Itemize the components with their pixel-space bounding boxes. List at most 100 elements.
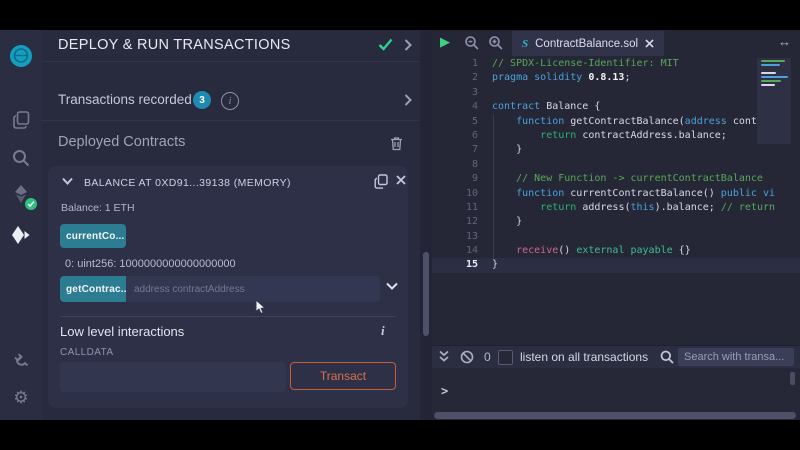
calldata-label: CALLDATA	[60, 347, 113, 358]
line-number: 3	[432, 86, 492, 100]
line-number: 5	[432, 115, 492, 129]
code-line[interactable]: 15}	[432, 258, 800, 272]
tab-close-icon[interactable]	[645, 39, 654, 48]
get-contract-balance-row: getContrac...	[60, 276, 380, 302]
code-line[interactable]: 7 }	[432, 143, 800, 157]
pending-transactions-count: 0	[484, 350, 491, 364]
code-line[interactable]: 6 return contractAddress.balance;	[432, 129, 800, 143]
info-icon[interactable]: i	[381, 323, 385, 339]
search-icon[interactable]	[0, 146, 42, 170]
line-number: 10	[432, 187, 492, 201]
panel-header: DEPLOY & RUN TRANSACTIONS	[42, 30, 420, 61]
contract-address-input[interactable]	[126, 276, 380, 302]
contract-instance-title[interactable]: BALANCE AT 0XD91...39138 (MEMORY)	[84, 177, 291, 189]
line-number: 2	[432, 71, 492, 85]
listen-transactions-checkbox[interactable]	[498, 350, 513, 365]
line-number: 14	[432, 244, 492, 258]
line-number: 6	[432, 129, 492, 143]
remix-logo[interactable]	[0, 40, 42, 74]
function-output-value: 0: uint256: 1000000000000000000	[65, 258, 236, 270]
chevron-down-icon[interactable]	[62, 177, 73, 185]
code-lines[interactable]: 1// SPDX-License-Identifier: MIT2pragma …	[432, 57, 800, 273]
code-line[interactable]: 10 function currentContractBalance() pub…	[432, 187, 800, 201]
code-line[interactable]: 11 return address(this).balance; // retu…	[432, 201, 800, 215]
info-icon[interactable]: i	[221, 92, 239, 110]
deploy-run-icon[interactable]	[0, 222, 42, 248]
settings-gear-icon[interactable]: ⚙	[0, 386, 42, 410]
line-number: 7	[432, 143, 492, 157]
transactions-recorded-row[interactable]: Transactions recorded 3 i	[42, 82, 420, 120]
transactions-recorded-label: Transactions recorded	[58, 92, 192, 107]
solidity-compiler-icon[interactable]	[0, 182, 42, 208]
chevron-right-icon[interactable]	[404, 94, 412, 106]
code-line[interactable]: 8	[432, 158, 800, 172]
remix-app-window: ⚙ DEPLOY & RUN TRANSACTIONS Transactions…	[0, 30, 800, 420]
search-icon	[660, 350, 674, 364]
code-line[interactable]: 1// SPDX-License-Identifier: MIT	[432, 57, 800, 71]
editor-toolbar: ▶ S ContractBalance.sol	[432, 30, 800, 56]
copy-icon[interactable]	[374, 174, 388, 189]
success-check-icon	[378, 38, 393, 51]
terminal-toolbar: 0 listen on all transactions	[432, 345, 800, 369]
code-line[interactable]: 14 receive() external payable {}	[432, 244, 800, 258]
trash-icon[interactable]	[390, 136, 403, 151]
line-number: 15	[432, 258, 492, 272]
line-number: 12	[432, 215, 492, 229]
plugin-manager-icon[interactable]	[0, 348, 42, 372]
low-level-interactions-title: Low level interactions	[60, 324, 184, 339]
transact-button[interactable]: Transact	[290, 362, 396, 390]
file-explorer-icon[interactable]	[0, 108, 42, 132]
deployed-contracts-heading: Deployed Contracts	[58, 134, 185, 150]
contract-balance-label: Balance: 1 ETH	[61, 202, 135, 214]
tab-contractbalance-sol[interactable]: S ContractBalance.sol	[512, 31, 664, 56]
code-line[interactable]: 5 function getContractBalance(address co…	[432, 115, 800, 129]
code-line[interactable]: 4contract Balance {	[432, 100, 800, 114]
code-line[interactable]: 12 }	[432, 215, 800, 229]
solidity-file-icon: S	[522, 38, 528, 50]
code-line[interactable]: 2pragma solidity 0.8.13;	[432, 71, 800, 85]
get-contract-balance-button[interactable]: getContrac...	[60, 276, 126, 302]
terminal-prompt: >	[441, 384, 448, 398]
panel-scrollbar-thumb[interactable]	[423, 252, 429, 336]
resize-horizontal-icon[interactable]: ↔	[778, 34, 791, 49]
double-chevron-down-icon[interactable]	[438, 350, 450, 363]
chevron-right-icon[interactable]	[404, 39, 412, 51]
zoom-in-icon[interactable]	[488, 35, 504, 51]
terminal-search-input[interactable]	[678, 348, 794, 366]
line-number: 1	[432, 57, 492, 71]
tab-label: ContractBalance.sol	[535, 38, 638, 50]
horizontal-scrollbar-thumb[interactable]	[434, 412, 796, 419]
current-contract-balance-button[interactable]: currentCo...	[60, 224, 126, 248]
panel-scrollbar-track	[420, 30, 432, 420]
deploy-run-panel: DEPLOY & RUN TRANSACTIONS Transactions r…	[42, 30, 420, 416]
zoom-out-icon[interactable]	[464, 35, 480, 51]
play-icon[interactable]: ▶	[440, 34, 450, 50]
calldata-input[interactable]	[60, 362, 286, 392]
minimap[interactable]	[757, 58, 791, 144]
code-line[interactable]: 13	[432, 230, 800, 244]
line-number: 11	[432, 201, 492, 215]
screen: ⚙ DEPLOY & RUN TRANSACTIONS Transactions…	[0, 0, 800, 450]
compiled-check-badge	[25, 198, 37, 210]
transactions-count-badge: 3	[193, 91, 211, 109]
editor-pane: ▶ S ContractBalance.sol	[432, 30, 800, 420]
divider	[60, 316, 396, 317]
line-number: 13	[432, 230, 492, 244]
code-line[interactable]: 3	[432, 86, 800, 100]
mouse-cursor	[254, 299, 268, 315]
block-icon[interactable]	[460, 350, 474, 364]
terminal-scrollbar-thumb[interactable]	[790, 372, 795, 385]
divider	[42, 120, 420, 121]
line-number: 4	[432, 100, 492, 114]
icon-sidebar: ⚙	[0, 30, 42, 420]
close-icon[interactable]	[396, 175, 406, 185]
chevron-down-icon[interactable]	[386, 282, 398, 290]
divider	[42, 61, 420, 62]
listen-transactions-label: listen on all transactions	[520, 350, 648, 364]
code-line[interactable]: 9 // New Function -> currentContractBala…	[432, 172, 800, 186]
line-number: 9	[432, 172, 492, 186]
panel-title: DEPLOY & RUN TRANSACTIONS	[58, 37, 291, 53]
line-number: 8	[432, 158, 492, 172]
terminal-body[interactable]: >	[432, 368, 800, 412]
deployed-contract-card: BALANCE AT 0XD91...39138 (MEMORY) Balanc…	[48, 166, 408, 408]
